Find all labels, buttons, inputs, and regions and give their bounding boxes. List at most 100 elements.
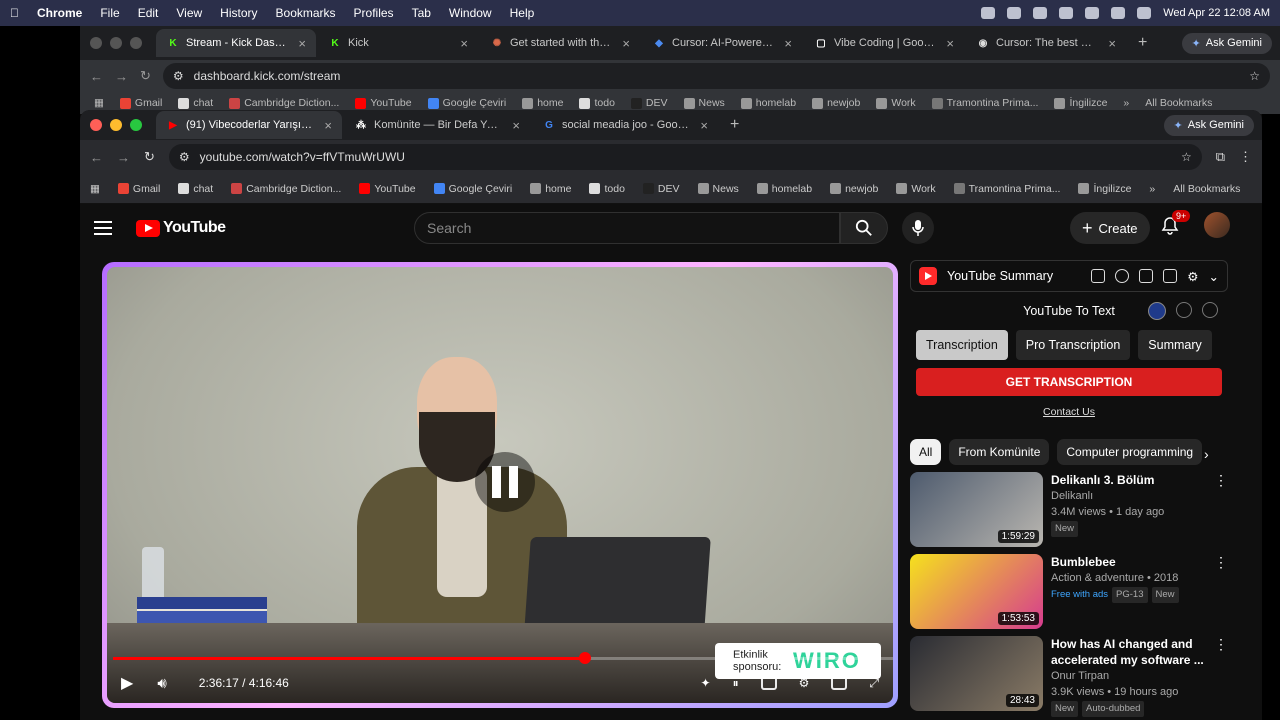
close-tab-icon[interactable]: × [460, 36, 468, 51]
extensions-icon[interactable]: ⧉ [1216, 149, 1225, 165]
rec-title[interactable]: Delikanlı 3. Bölüm [1051, 472, 1210, 488]
menu-tab[interactable]: Tab [412, 6, 431, 20]
bookmark-item[interactable]: News [683, 97, 725, 109]
progress-bar[interactable] [113, 652, 893, 664]
youtube-logo[interactable]: YouTube [136, 219, 226, 237]
bookmark-item[interactable]: chat [178, 183, 213, 195]
close-tab-icon[interactable]: × [622, 36, 630, 51]
rec-title[interactable]: How has AI changed and accelerated my so… [1051, 636, 1210, 668]
bookmark-item[interactable]: Work [876, 97, 916, 109]
rec-title[interactable]: Bumblebee [1051, 554, 1210, 570]
video-frame[interactable]: Etkinlik sponsoru: WIRO ▶ 🔊︎ 2:36:17 / 4… [107, 267, 893, 703]
bookmark-item[interactable]: newjob [830, 183, 878, 195]
bookmark-item[interactable]: DEV [630, 97, 668, 109]
back-window-tab[interactable]: ▢ Vibe Coding | Google A × [804, 29, 964, 57]
chevron-down-icon[interactable]: ⌄ [1209, 269, 1219, 284]
back-window-tab[interactable]: ◉ Cursor: The best way to × [966, 29, 1126, 57]
bookmark-item[interactable]: Tramontina Prima... [953, 183, 1060, 195]
recommendation-item[interactable]: 1:59:29 Delikanlı 3. Bölüm Delikanlı 3.4M … [910, 472, 1228, 554]
miniplayer-icon[interactable] [831, 676, 848, 690]
status-icon[interactable] [1007, 7, 1022, 19]
video-player[interactable]: Etkinlik sponsoru: WIRO ▶ 🔊︎ 2:36:17 / 4… [102, 262, 898, 708]
back-window-tab[interactable]: K Kick × [318, 29, 478, 57]
new-tab-button[interactable]: + [730, 116, 739, 134]
search-icon[interactable] [1137, 7, 1152, 19]
back-window-tab[interactable]: K Stream - Kick Dashboard × [156, 29, 316, 57]
bookmark-item[interactable]: home [522, 97, 563, 109]
bookmark-item[interactable]: Tramontina Prima... [931, 97, 1038, 109]
bookmark-item[interactable]: Google Çeviri [427, 97, 506, 109]
more-bookmarks-icon[interactable]: » [1123, 97, 1129, 109]
close-tab-icon[interactable]: × [298, 36, 306, 51]
chip-computer-programming[interactable]: Computer programming [1057, 439, 1203, 465]
more-actions-icon[interactable]: ⋮ [1214, 472, 1228, 488]
bookmark-item[interactable]: Google Çeviri [433, 183, 512, 195]
reload-icon[interactable]: ↻ [144, 149, 155, 165]
bookmark-item[interactable]: home [530, 183, 571, 195]
back-window-tab[interactable]: ✺ Get started with the de × [480, 29, 640, 57]
recommendation-item[interactable]: 1:53:53 Bumblebee Action & adventure • 20… [910, 554, 1228, 636]
chip-from-komunite[interactable]: From Komünite [949, 439, 1050, 465]
status-icon[interactable] [1059, 7, 1074, 19]
forward-arrow-icon[interactable]: → [117, 150, 130, 165]
pause-overlay-icon[interactable] [475, 452, 535, 512]
search-button[interactable] [840, 212, 888, 244]
close-tab-icon[interactable]: × [1108, 36, 1116, 51]
menu-bookmarks[interactable]: Bookmarks [276, 6, 336, 20]
close-tab-icon[interactable]: × [946, 36, 954, 51]
bookmark-item[interactable]: Gmail [119, 97, 162, 109]
more-actions-icon[interactable]: ⋮ [1214, 636, 1228, 652]
language-flag-icon[interactable] [1148, 302, 1166, 320]
menu-profiles[interactable]: Profiles [354, 6, 394, 20]
bookmark-item[interactable]: İngilizce [1078, 183, 1131, 195]
bookmark-item[interactable]: newjob [812, 97, 860, 109]
new-tab-button[interactable]: + [1138, 34, 1147, 52]
site-info-icon[interactable]: ⚙ [179, 150, 190, 164]
chip-all[interactable]: All [910, 439, 942, 465]
front-window-tab[interactable]: ▶ (91) Vibecoderlar Yarışıyor × [156, 111, 342, 139]
bookmark-item[interactable]: homelab [756, 183, 812, 195]
rec-channel[interactable]: Action & adventure • 2018 [1051, 570, 1210, 586]
robot-icon[interactable] [1091, 269, 1106, 283]
recommendation-item[interactable]: 28:43 How has AI changed and accelerated… [910, 636, 1228, 718]
glasses-icon[interactable] [1139, 269, 1154, 283]
menu-file[interactable]: File [100, 6, 119, 20]
contact-us-link[interactable]: Contact Us [910, 406, 1228, 418]
rec-thumbnail[interactable]: 1:59:29 [910, 472, 1043, 547]
eye-icon[interactable] [1176, 302, 1192, 318]
bookmark-item[interactable]: chat [178, 97, 213, 109]
menu-help[interactable]: Help [510, 6, 535, 20]
more-bookmarks-icon[interactable]: » [1149, 183, 1155, 195]
volume-icon[interactable]: 🔊︎ [157, 675, 166, 692]
wifi-icon[interactable] [1085, 7, 1100, 19]
status-icon[interactable] [981, 7, 996, 19]
user-icon[interactable] [1202, 302, 1218, 318]
front-window-tab[interactable]: Gsocial meadia joo - Google'da × [532, 111, 718, 139]
front-window-tab[interactable]: ⁂ Komünite — Bir Defa Yap, He × [344, 111, 530, 139]
menu-dots-icon[interactable]: ⋮ [1239, 149, 1252, 165]
close-window-button[interactable] [90, 37, 102, 49]
close-window-button[interactable] [90, 119, 102, 131]
reload-icon[interactable]: ↻ [140, 68, 151, 84]
captions-icon[interactable] [760, 676, 777, 690]
sparkle-icon[interactable]: ✦ [701, 676, 711, 690]
rec-thumbnail[interactable]: 28:43 [910, 636, 1043, 711]
zoom-window-button[interactable] [130, 119, 142, 131]
chevron-right-icon[interactable]: › [1204, 446, 1209, 462]
omnibox[interactable]: ⚙ dashboard.kick.com/stream ☆ [162, 63, 1270, 89]
menubar-clock[interactable]: Wed Apr 22 12:08 AM [1163, 7, 1270, 19]
waveform-icon[interactable] [1163, 269, 1178, 283]
menu-history[interactable]: History [220, 6, 257, 20]
settings-gear-icon[interactable]: ⚙ [1187, 269, 1198, 284]
bookmark-item[interactable]: News [697, 183, 739, 195]
status-icon[interactable] [1033, 7, 1048, 19]
all-bookmarks[interactable]: All Bookmarks [1173, 183, 1240, 195]
menubar-app-name[interactable]: Chrome [37, 6, 82, 20]
openai-icon[interactable] [1115, 269, 1130, 283]
tab-pro-transcription[interactable]: Pro Transcription [1015, 330, 1131, 360]
back-arrow-icon[interactable]: ← [90, 150, 103, 165]
back-arrow-icon[interactable]: ← [90, 69, 103, 84]
hamburger-menu-icon[interactable] [94, 221, 112, 235]
search-input[interactable]: Search [414, 212, 840, 244]
apple-icon[interactable]:  [10, 6, 19, 20]
